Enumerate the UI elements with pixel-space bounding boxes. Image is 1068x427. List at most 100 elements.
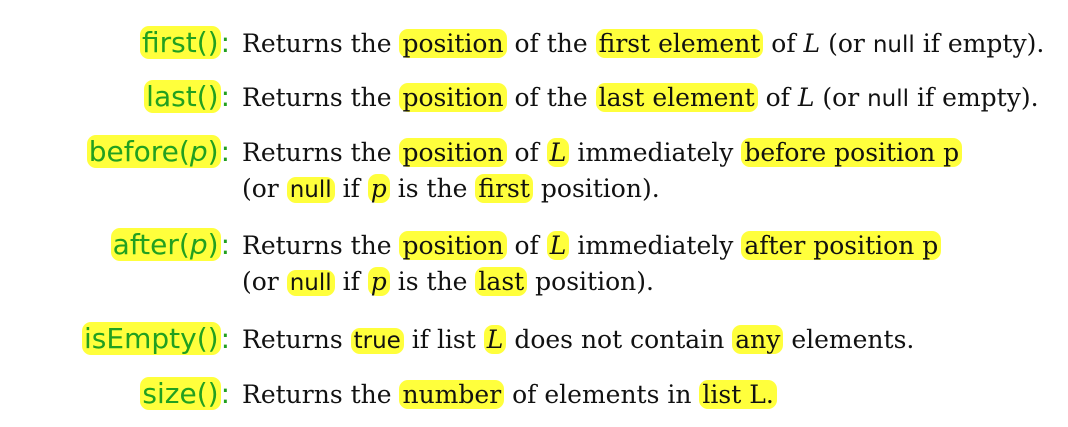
null-keyword: null (872, 32, 915, 58)
highlight: list L. (699, 380, 777, 409)
signature-highlight: before(p) (86, 135, 221, 168)
text: Returns the (242, 380, 400, 409)
null-keyword: null (286, 177, 335, 203)
method-list: first(): Returns the position of the fir… (0, 0, 1068, 427)
text: Returns the (242, 29, 400, 58)
highlight: L (483, 325, 507, 354)
highlight: p (367, 267, 390, 296)
signature-highlight: after(p) (110, 228, 221, 261)
text: Returns the (242, 138, 400, 167)
method-description: Returns true if list L does not contain … (242, 322, 914, 359)
highlight: p (367, 174, 390, 203)
highlight: position (399, 231, 507, 260)
text: elements. (783, 325, 915, 354)
signature-highlight: first() (139, 26, 221, 59)
text: is the (389, 174, 476, 203)
method-signature: size(): (140, 377, 230, 411)
paren-open: ( (196, 26, 208, 59)
signature-highlight: size() (140, 377, 221, 410)
highlight: before position p (741, 138, 963, 167)
text: position). (532, 174, 660, 203)
method-description: Returns the position of the first elemen… (242, 26, 1044, 63)
highlight: after position p (741, 231, 942, 260)
highlight: first (475, 174, 533, 203)
description-line-1: Returns the position of L immediately be… (242, 135, 963, 171)
text: (or (814, 83, 868, 112)
text: position). (527, 267, 654, 296)
paren-close: ) (207, 377, 219, 410)
signature-highlight: isEmpty() (82, 322, 221, 355)
null-keyword: null (286, 270, 335, 296)
method-description: Returns the position of the last element… (242, 80, 1039, 117)
paren-open: ( (178, 228, 190, 261)
highlight: position (399, 29, 507, 58)
paren-open: ( (196, 80, 208, 113)
highlight: last (475, 267, 528, 296)
text: of (506, 231, 547, 260)
true-keyword: true (350, 328, 404, 354)
text: of elements in (504, 380, 700, 409)
method-name: last (146, 80, 197, 113)
colon: : (220, 377, 230, 410)
text: Returns the (242, 83, 400, 112)
signature-highlight: last() (144, 80, 221, 113)
highlight: any (732, 325, 784, 354)
method-description: Returns the number of elements in list L… (242, 377, 777, 413)
highlight: position (399, 83, 507, 112)
method-name: isEmpty (84, 322, 197, 355)
text: if empty). (909, 83, 1039, 112)
description-line-2: (or null if p is the first position). (242, 171, 962, 208)
text: of (757, 83, 798, 112)
method-description: Returns the position of L immediately be… (242, 135, 963, 208)
method-signature: after(p): (110, 228, 230, 262)
param: p (189, 228, 208, 261)
method-signature: last(): (144, 80, 230, 114)
text: Returns (242, 325, 351, 354)
text: if list (403, 325, 484, 354)
description-line-2: (or null if p is the last position). (242, 264, 941, 301)
text: if (334, 174, 368, 203)
paren-close: ) (207, 135, 219, 168)
highlight: L (546, 231, 570, 260)
text: of (506, 138, 547, 167)
param: p (189, 135, 208, 168)
text: (or (242, 267, 287, 296)
text: Returns the (242, 231, 400, 260)
highlight: position (399, 138, 507, 167)
variable: L (797, 83, 815, 112)
text: if (334, 267, 368, 296)
method-signature: first(): (139, 26, 230, 60)
paren-close: ) (207, 228, 219, 261)
text: of the (506, 83, 596, 112)
paren-close: ) (207, 80, 219, 113)
colon: : (220, 80, 230, 113)
colon: : (220, 135, 230, 168)
paren-close: ) (207, 26, 219, 59)
method-name: first (141, 26, 197, 59)
text: (or (820, 29, 873, 58)
text: immediately (569, 231, 742, 260)
paren-open: ( (196, 322, 208, 355)
colon: : (220, 26, 230, 59)
highlight: number (399, 380, 505, 409)
method-name: before (88, 135, 179, 168)
paren-open: ( (178, 135, 190, 168)
paren-open: ( (196, 377, 208, 410)
method-signature: before(p): (86, 135, 230, 169)
text: of the (506, 29, 596, 58)
text: of (763, 29, 804, 58)
paren-close: ) (207, 322, 219, 355)
text: (or (242, 174, 287, 203)
text: if empty). (914, 29, 1045, 58)
description-line-1: Returns the position of L immediately af… (242, 228, 942, 264)
method-signature: isEmpty(): (82, 322, 230, 356)
highlight: first element (595, 29, 764, 58)
colon: : (220, 228, 230, 261)
text: does not contain (506, 325, 733, 354)
highlight: last element (595, 83, 758, 112)
method-name: size (142, 377, 197, 410)
variable: L (803, 29, 821, 58)
null-keyword: null (867, 86, 910, 112)
method-name: after (112, 228, 179, 261)
highlight: L (546, 138, 570, 167)
